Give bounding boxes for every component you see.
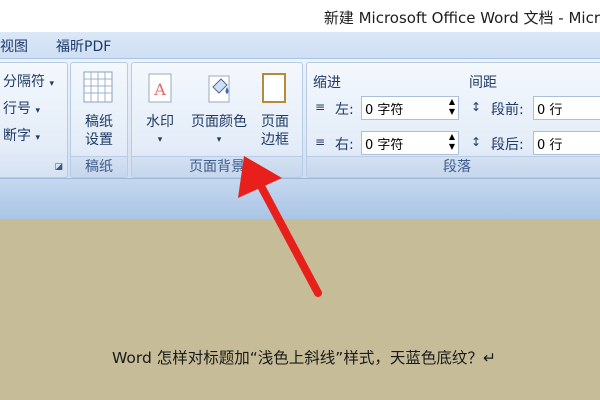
red-arrow-icon: [238, 156, 322, 297]
